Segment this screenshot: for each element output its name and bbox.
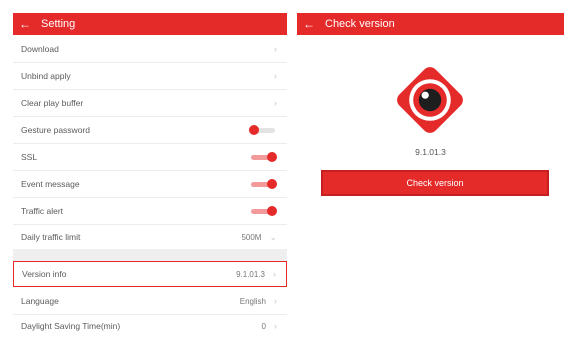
toggle-knob <box>267 206 277 216</box>
chevron-right-icon: › <box>274 71 277 81</box>
setting-title: Setting <box>41 18 76 30</box>
row-ssl: SSL <box>13 144 287 171</box>
toggle-knob <box>267 152 277 162</box>
row-version-info[interactable]: Version info 9.1.01.3 › <box>13 261 287 287</box>
ssl-toggle[interactable] <box>249 152 277 162</box>
language-value: English <box>239 296 266 306</box>
chevron-down-icon: ⌄ <box>269 231 277 242</box>
version-number: 9.1.01.3 <box>415 147 446 157</box>
row-label: Daily traffic limit <box>21 232 81 242</box>
row-label: Event message <box>21 179 80 189</box>
row-label: Version info <box>22 269 67 279</box>
back-arrow-icon[interactable]: ← <box>13 17 37 31</box>
setting-header: ← Setting <box>13 13 287 35</box>
row-label: Download <box>21 44 59 54</box>
row-traffic-alert: Traffic alert <box>13 198 287 225</box>
row-label: Traffic alert <box>21 206 64 216</box>
setting-panel: ← Setting Download › Unbind apply › Clea… <box>13 0 287 336</box>
chevron-right-icon: › <box>274 321 277 331</box>
traffic-alert-toggle[interactable] <box>249 206 277 216</box>
toggle-knob <box>249 125 259 135</box>
row-event-message: Event message <box>13 171 287 198</box>
chevron-right-icon: › <box>274 98 277 108</box>
chevron-right-icon: › <box>274 296 277 306</box>
row-label: SSL <box>21 152 38 162</box>
back-arrow-icon[interactable]: ← <box>297 17 321 31</box>
row-label: Daylight Saving Time(min) <box>21 321 121 331</box>
row-label: Language <box>21 296 59 306</box>
version-info-value: 9.1.01.3 <box>236 269 265 279</box>
event-message-toggle[interactable] <box>249 179 277 189</box>
daylight-saving-value: 0 <box>261 321 266 331</box>
row-language[interactable]: Language English › <box>13 288 287 315</box>
row-unbind-apply[interactable]: Unbind apply › <box>13 63 287 90</box>
chevron-right-icon: › <box>273 269 276 279</box>
check-version-panel: ← Check version 9.1.01.3 Check version <box>297 0 564 336</box>
row-label: Gesture password <box>21 125 90 135</box>
row-label: Unbind apply <box>21 71 71 81</box>
row-clear-play-buffer[interactable]: Clear play buffer › <box>13 90 287 117</box>
row-download[interactable]: Download › <box>13 36 287 63</box>
camera-eye-logo-icon <box>397 67 463 133</box>
toggle-knob <box>267 179 277 189</box>
check-version-header: ← Check version <box>297 13 564 35</box>
check-version-button[interactable]: Check version <box>321 170 549 196</box>
section-divider <box>13 249 287 261</box>
row-label: Clear play buffer <box>21 98 84 108</box>
daily-traffic-limit-value: 500M <box>241 232 262 242</box>
row-daily-traffic-limit[interactable]: Daily traffic limit 500M ⌄ <box>13 224 287 251</box>
gesture-password-toggle[interactable] <box>249 125 277 135</box>
check-version-title: Check version <box>325 18 395 30</box>
row-daylight-saving[interactable]: Daylight Saving Time(min) 0 › <box>13 313 287 339</box>
row-gesture-password: Gesture password <box>13 117 287 144</box>
chevron-right-icon: › <box>274 44 277 54</box>
